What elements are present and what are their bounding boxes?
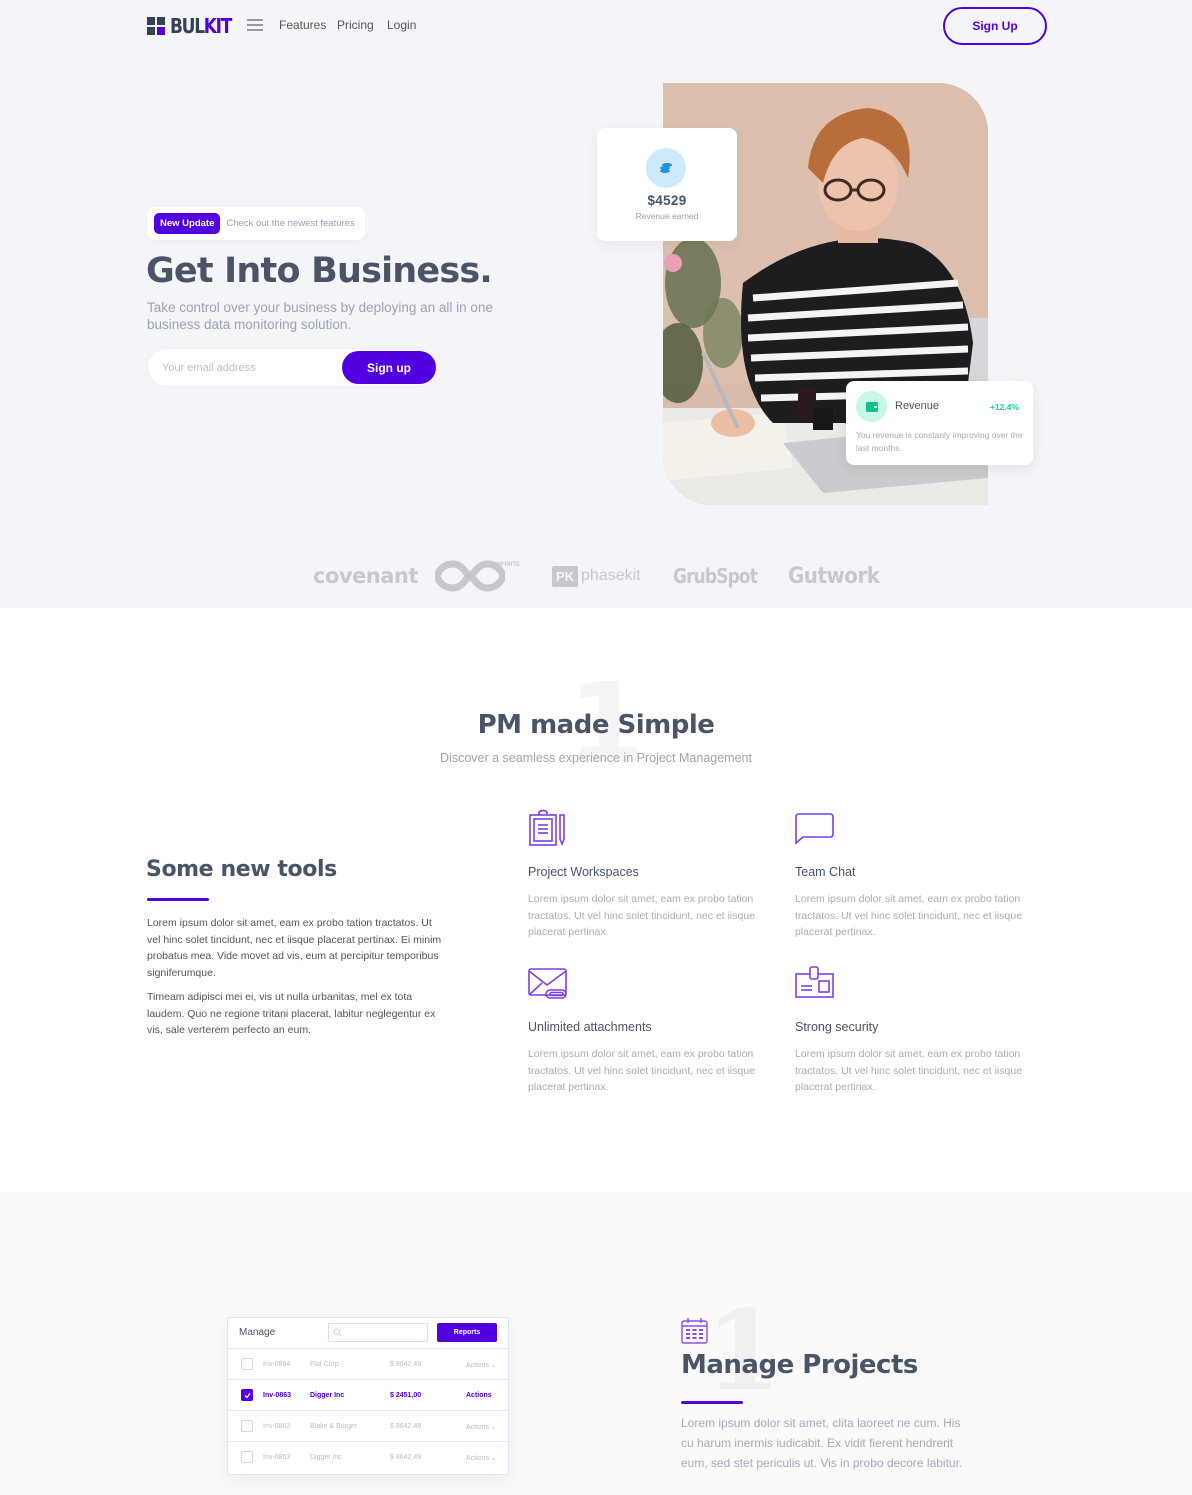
manage-projects-description: Lorem ipsum dolor sit amet, clita laoree…	[681, 1416, 963, 1470]
email-signup-form: Sign up	[147, 348, 437, 387]
hamburger-menu-icon[interactable]	[247, 19, 263, 31]
tools-paragraph-1: Lorem ipsum dolor sit amet, eam ex probo…	[147, 917, 442, 979]
checkmark-icon	[244, 1393, 251, 1399]
logo-text-part2: KIT	[203, 14, 233, 38]
calendar-icon	[681, 1318, 708, 1344]
feature-project-workspaces: Project Workspaces Lorem ipsum dolor sit…	[528, 809, 778, 938]
table-search	[328, 1323, 428, 1342]
actions-dropdown[interactable]: Actions	[466, 1392, 492, 1399]
reports-button[interactable]: Reports	[437, 1323, 497, 1342]
client-logos: covenant INFINITE PK phasekit GrubSpot G…	[313, 556, 880, 596]
new-update-badge: New Update	[154, 213, 221, 234]
nav-link-login[interactable]: Login	[387, 18, 416, 32]
manage-projects-title: Manage Projects	[681, 1350, 918, 1380]
feature-title: Unlimited attachments	[528, 1020, 652, 1034]
invoice-amount: $ 8642,49	[390, 1454, 422, 1461]
revenue-growth-card: Revenue +12.4% You revenue is constanly …	[846, 381, 1033, 465]
company-name: Flat Corp	[310, 1361, 339, 1368]
invoices-table-card: Manage Reports Inv-0864 Flat Corp $ 8642…	[227, 1317, 509, 1475]
row-checkbox[interactable]	[241, 1420, 253, 1432]
phasekit-mark-icon: PK	[552, 565, 578, 587]
client-logo-grubspot: GrubSpot	[673, 564, 758, 588]
feature-description: Lorem ipsum dolor sit amet, eam ex probo…	[528, 893, 756, 938]
feature-title: Project Workspaces	[528, 865, 639, 879]
manage-projects-section	[0, 1192, 1192, 1495]
table-row: Inv-0864 Flat Corp $ 8642,49 Actions ⌄	[228, 1349, 508, 1380]
wallet-icon	[856, 391, 887, 422]
feature-unlimited-attachments: Unlimited attachments Lorem ipsum dolor …	[528, 964, 778, 1093]
hero-subtitle: Take control over your business by deplo…	[147, 300, 493, 332]
revenue-label: Revenue earned	[635, 211, 699, 221]
logo-text-part1: BUL	[170, 14, 205, 38]
revenue-amount: $4529	[647, 193, 687, 208]
client-logo-infinite-text: INFINITE	[495, 562, 520, 568]
feature-strong-security: Strong security Lorem ipsum dolor sit am…	[795, 964, 1045, 1093]
table-title: Manage	[239, 1327, 276, 1338]
feature-description: Lorem ipsum dolor sit amet, eam ex probo…	[528, 1048, 756, 1093]
nav-signup-button[interactable]: Sign Up	[943, 7, 1047, 45]
feature-description: Lorem ipsum dolor sit amet, eam ex probo…	[795, 893, 1023, 938]
nav-link-pricing[interactable]: Pricing	[337, 18, 374, 32]
invoice-id: Inv-0864	[263, 1361, 291, 1368]
table-header: Manage Reports	[228, 1318, 508, 1349]
growth-title: Revenue	[895, 400, 940, 412]
tools-paragraph-2: Timeam adipisci mei ei, vis ut nulla urb…	[147, 991, 436, 1036]
chevron-down-icon: ⌄	[490, 1424, 497, 1431]
hero-section: BULKIT Features Pricing Login Sign Up Ne…	[0, 0, 1192, 608]
actions-dropdown[interactable]: Actions ⌄	[466, 1361, 497, 1369]
chat-bubble-icon	[795, 813, 834, 845]
actions-dropdown[interactable]: Actions ⌄	[466, 1423, 497, 1431]
company-name: Digger Inc	[310, 1454, 342, 1461]
table-row: Inv-0862 Blake & Burger $ 8642,49 Action…	[228, 1411, 508, 1442]
invoice-id: Inv-0863	[263, 1454, 291, 1461]
client-logo-gutwork: Gutwork	[788, 563, 880, 589]
chevron-down-icon: ⌄	[490, 1362, 497, 1369]
company-name: Blake & Burger	[310, 1423, 358, 1430]
clipboard-icon	[529, 809, 565, 847]
new-update-pill[interactable]: New Update Check out the newest features	[147, 207, 365, 240]
logo[interactable]: BULKIT	[147, 14, 242, 38]
company-name: Digger Inc	[310, 1392, 345, 1399]
client-logo-infinite: INFINITE	[435, 556, 520, 596]
invoice-id: Inv-0863	[263, 1392, 292, 1399]
logo-icon	[147, 17, 165, 35]
table-row: Inv-0863 Digger Inc $ 8642,49 Actions ⌄	[228, 1442, 508, 1473]
growth-description: You revenue is constanly improving over …	[856, 430, 1023, 453]
table-row-selected: Inv-0863 Digger Inc $ 2451,00 Actions	[228, 1380, 508, 1411]
coins-icon	[646, 148, 686, 188]
feature-title: Team Chat	[795, 865, 856, 879]
revenue-earned-card: $4529 Revenue earned	[597, 128, 737, 241]
table-search-input[interactable]	[345, 1326, 425, 1340]
client-logo-phasekit: PK phasekit	[552, 556, 641, 596]
feature-description: Lorem ipsum dolor sit amet, eam ex probo…	[795, 1048, 1023, 1093]
invoice-amount: $ 8642,49	[390, 1361, 422, 1368]
feature-team-chat: Team Chat Lorem ipsum dolor sit amet, ea…	[795, 809, 1045, 938]
email-input[interactable]	[162, 358, 332, 378]
invoice-amount: $ 8642,49	[390, 1423, 422, 1430]
row-checkbox[interactable]	[241, 1451, 253, 1463]
hero-title: Get Into Business.	[146, 251, 493, 291]
invoice-amount: $ 2451,00	[390, 1392, 422, 1399]
search-icon	[333, 1328, 342, 1337]
row-checkbox[interactable]	[241, 1358, 253, 1370]
row-checkbox-checked[interactable]	[241, 1389, 253, 1401]
new-update-text: Check out the newest features	[226, 218, 355, 229]
hero-signup-button[interactable]: Sign up	[342, 351, 436, 384]
mail-attachment-icon	[528, 968, 567, 999]
features-section-title: PM made Simple	[477, 710, 715, 740]
manage-title-underline	[681, 1401, 743, 1404]
feature-title: Strong security	[795, 1020, 879, 1034]
growth-percentage: +12.4%	[989, 402, 1019, 412]
id-badge-icon	[795, 966, 834, 998]
tools-title-underline	[147, 898, 209, 901]
features-section-subtitle: Discover a seamless experience in Projec…	[440, 751, 752, 765]
tools-title: Some new tools	[146, 857, 337, 882]
actions-dropdown[interactable]: Actions ⌄	[466, 1454, 497, 1462]
chevron-down-icon: ⌄	[490, 1455, 497, 1462]
nav-link-features[interactable]: Features	[279, 18, 326, 32]
invoice-id: Inv-0862	[263, 1423, 291, 1430]
client-logo-covenant: covenant	[313, 564, 418, 588]
